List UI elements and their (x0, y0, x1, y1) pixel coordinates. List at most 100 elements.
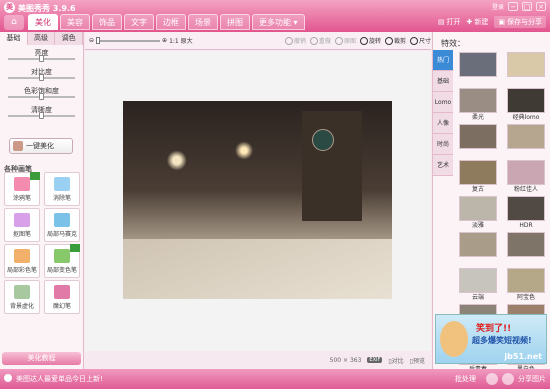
left-tab-1[interactable]: 高级 (27, 32, 56, 45)
brush-tool[interactable]: 消除笔 (44, 172, 80, 206)
brush-tool[interactable]: 涂鸦笔 (4, 172, 40, 206)
tutorial-button[interactable]: 美化教程 (2, 352, 81, 365)
brush-label: 局部彩色笔 (6, 267, 37, 274)
effect-item[interactable]: HDR (504, 196, 548, 231)
ad-face-image (440, 321, 468, 357)
left-tab-2[interactable]: 调色 (55, 32, 84, 45)
batch-button[interactable]: 批处理 (455, 374, 476, 384)
close-button[interactable]: × (536, 2, 546, 11)
effect-thumbnail (459, 268, 497, 293)
slider-knob[interactable] (39, 112, 44, 119)
effect-thumbnail (507, 232, 545, 257)
effect-item[interactable]: 阿宝色 (504, 268, 548, 303)
effect-item[interactable]: 经典lomo (504, 88, 548, 123)
toolbar-item[interactable]: 旋转 (359, 36, 381, 45)
slider-knob[interactable] (39, 55, 44, 62)
action-buttons: ▤ 打开 ✚ 新建 ▣ 保存与分享 (438, 16, 546, 28)
slider-knob[interactable] (39, 93, 44, 100)
brush-icon (54, 249, 70, 263)
photo-building (302, 111, 362, 221)
slider-row: 对比度 (0, 64, 83, 83)
zoom-in-icon[interactable]: ⊕ (162, 37, 167, 44)
effect-item[interactable] (456, 232, 500, 267)
effect-item[interactable]: 云端 (456, 268, 500, 303)
effect-label: 云端 (471, 294, 484, 301)
image-canvas[interactable] (85, 51, 431, 351)
brush-label: 涂鸦笔 (12, 195, 31, 202)
home-button[interactable]: ⌂ (4, 15, 24, 30)
tab-5[interactable]: 场景 (188, 14, 218, 30)
toolbar-item[interactable]: 裁剪 (384, 36, 406, 45)
effect-category-tab[interactable]: 时尚 (433, 134, 453, 155)
exif-badge[interactable]: EXIF (367, 357, 383, 363)
zoom-slider-knob[interactable] (96, 36, 101, 44)
save-icon: ▣ (498, 18, 505, 26)
tab-2[interactable]: 饰品 (92, 14, 122, 30)
ad-line1: 笑到了!! (476, 324, 512, 334)
tray-icon-2[interactable] (502, 373, 514, 385)
new-button[interactable]: ✚ 新建 (467, 17, 489, 27)
tab-0[interactable]: 美化 (28, 14, 58, 30)
tab-3[interactable]: 文字 (124, 14, 154, 30)
minimize-button[interactable]: − (508, 2, 518, 11)
brush-tool[interactable]: 局部变色笔 (44, 244, 80, 278)
zoom-out-icon[interactable]: ⊖ (89, 37, 94, 44)
effect-item[interactable]: 淡雅 (456, 196, 500, 231)
app-title: 美图秀秀 3.9.6 (18, 4, 76, 13)
effect-category-tab[interactable]: 艺术 (433, 155, 453, 176)
toolbar-icon (359, 36, 368, 45)
brush-tool[interactable]: 魔幻笔 (44, 280, 80, 314)
brush-tool[interactable]: 抠图笔 (4, 208, 40, 242)
maximize-button[interactable]: □ (522, 2, 532, 11)
preview-button[interactable]: ▯预览 (410, 356, 425, 365)
photo[interactable] (123, 101, 392, 299)
login-link[interactable]: 登录 (492, 2, 504, 11)
effect-thumbnail (507, 124, 545, 149)
toolbar-item[interactable]: 原图 (334, 36, 356, 45)
left-tab-0[interactable]: 基础 (0, 32, 28, 45)
effect-category-tab[interactable]: 人像 (433, 113, 453, 134)
brush-icon (14, 213, 30, 227)
zoom-label[interactable]: 1:1 原大 (169, 36, 193, 45)
compare-button[interactable]: ▯对比 (388, 356, 403, 365)
open-button[interactable]: ▤ 打开 (438, 17, 461, 27)
slider-knob[interactable] (39, 74, 44, 81)
brush-tool[interactable]: 局部彩色笔 (4, 244, 40, 278)
tab-6[interactable]: 拼图 (220, 14, 250, 30)
effect-label: 经典lomo (512, 114, 540, 121)
effect-item[interactable]: 复古 (456, 160, 500, 195)
tab-7[interactable]: 更多功能 ▾ (252, 14, 305, 30)
news-link[interactable]: 美图达人最爱单品今日上新! (16, 374, 103, 384)
adjust-sliders: 亮度 对比度 色彩饱和度 清晰度 (0, 45, 83, 121)
ad-banner[interactable]: 笑到了!! 超多爆笑短视频! jb51.net (435, 314, 547, 364)
effect-item[interactable] (456, 52, 500, 87)
effect-item[interactable] (504, 232, 548, 267)
main-tabs: 美化 美容 饰品 文字 边框 场景 拼图 更多功能 ▾ (28, 14, 305, 30)
tab-4[interactable]: 边框 (156, 14, 186, 30)
tray-icon-1[interactable] (486, 373, 498, 385)
effect-item[interactable]: 粉红佳人 (504, 160, 548, 195)
status-bar: 500 × 363 EXIF ▯对比 ▯预览 (85, 351, 431, 369)
toolbar-item[interactable]: 撤销 (284, 36, 306, 45)
effect-item[interactable] (504, 52, 548, 87)
effect-category-tab[interactable]: 基础 (433, 71, 453, 92)
brush-label: 局部变色笔 (46, 267, 77, 274)
effect-category-tab[interactable]: Lomo (433, 92, 453, 113)
toolbar-item[interactable]: 重做 (309, 36, 331, 45)
effect-item[interactable]: 柔光 (456, 88, 500, 123)
auto-beautify-button[interactable]: 一键美化 (9, 138, 73, 154)
brush-tool[interactable]: 背景虚化 (4, 280, 40, 314)
toolbar-label: 原图 (343, 38, 356, 45)
brush-tool[interactable]: 局部马赛克 (44, 208, 80, 242)
toolbar-label: 重做 (318, 38, 331, 45)
tab-1[interactable]: 美容 (60, 14, 90, 30)
zoom-slider[interactable] (96, 36, 161, 44)
toolbar-item[interactable]: 尺寸 (409, 36, 431, 45)
effect-thumbnail (507, 52, 545, 77)
image-size: 500 × 363 (329, 356, 362, 364)
effect-item[interactable] (456, 124, 500, 159)
share-button[interactable]: 分享图片 (518, 374, 546, 384)
effect-category-tab[interactable]: 热门 (433, 50, 453, 71)
save-share-button[interactable]: ▣ 保存与分享 (494, 16, 546, 28)
effect-item[interactable] (504, 124, 548, 159)
